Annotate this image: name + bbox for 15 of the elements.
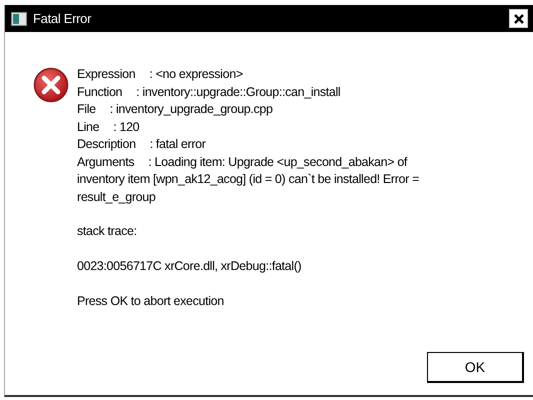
field-line: Line : 120	[77, 118, 140, 136]
stack-trace-line: 0023:0056717C xrCore.dll, xrDebug::fatal()	[77, 258, 302, 275]
field-line: Description : fatal error	[77, 136, 207, 153]
prompt-text: Press OK to abort execution	[77, 293, 225, 310]
close-button[interactable]	[509, 9, 528, 28]
window-icon	[11, 12, 27, 26]
field-line: File : inventory_upgrade_group.cpp	[77, 101, 274, 118]
error-icon	[33, 67, 69, 103]
window-title: Fatal Error	[33, 11, 92, 26]
stack-trace-heading: stack trace:	[77, 223, 138, 240]
field-line: Arguments : Loading item: Upgrade <up_second_abakan> of inventory item [wpn_ak12_acog] (id = 0) can`t be installed! Error = result_e_group	[77, 154, 420, 206]
ok-button[interactable]: OK	[427, 352, 524, 383]
close-icon	[512, 12, 526, 26]
field-line: Expression : <no expression>	[77, 66, 244, 83]
field-line: Function : inventory::upgrade::Group::can_install	[77, 84, 342, 101]
